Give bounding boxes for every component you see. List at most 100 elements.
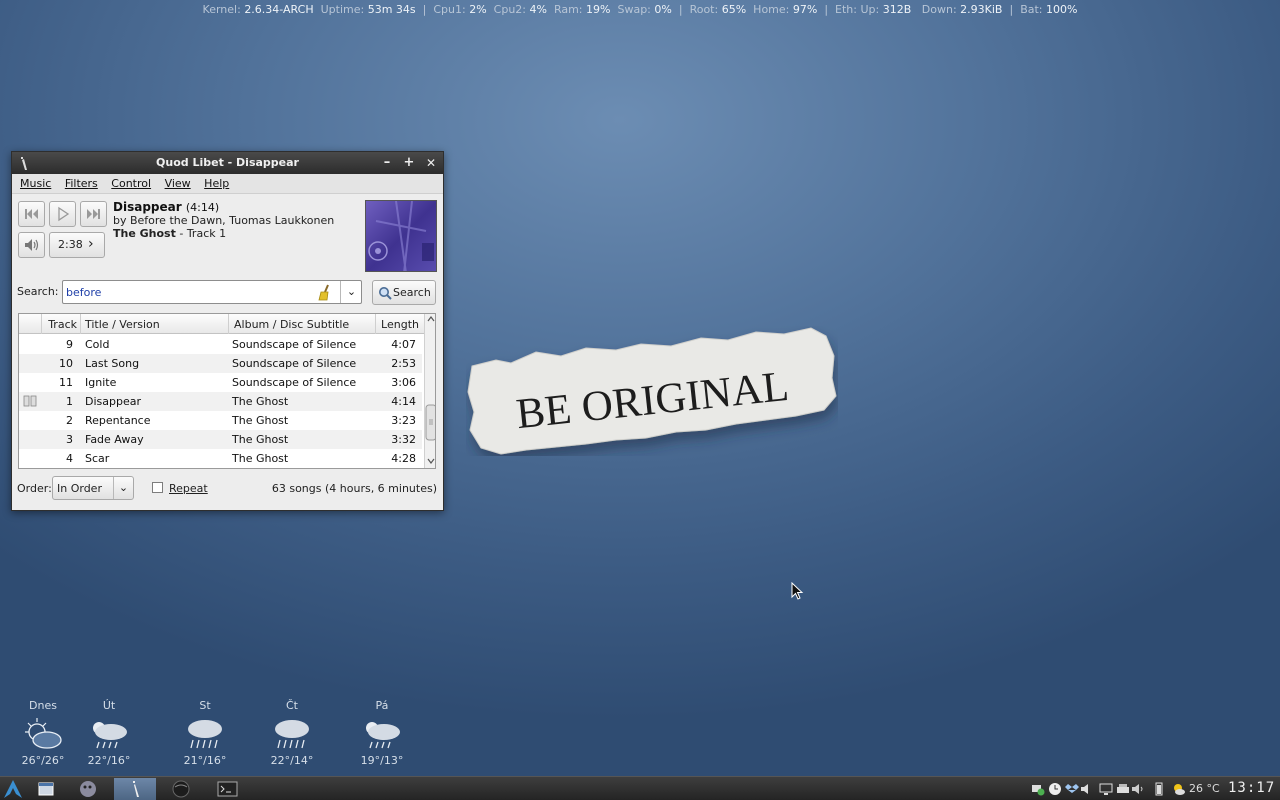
- weather-temperature: 19°/13°: [360, 754, 404, 767]
- column-track[interactable]: Track: [42, 314, 81, 334]
- chevron-right-icon: ›: [88, 236, 94, 252]
- song-list-header: Track Title / Version Album / Disc Subti…: [19, 314, 435, 334]
- repeat-label[interactable]: Repeat: [169, 482, 208, 495]
- weather-temperature: 26°/26°: [21, 754, 65, 767]
- song-album-line: The Ghost - Track 1: [113, 227, 227, 240]
- sun-rain-icon: [366, 722, 400, 749]
- network-icon[interactable]: [1031, 782, 1045, 796]
- maximize-button[interactable]: +: [401, 155, 417, 171]
- track-length: 4:28: [391, 452, 416, 465]
- arch-menu-button[interactable]: [0, 778, 26, 800]
- scroll-arrows: [425, 316, 435, 464]
- sun-rain-icon: [93, 722, 127, 749]
- column-length[interactable]: Length: [376, 314, 424, 334]
- weather-tray-icon[interactable]: [1172, 782, 1186, 796]
- battery-icon[interactable]: [1152, 782, 1166, 796]
- menu-control[interactable]: Control: [106, 174, 156, 190]
- taskbar-app-pidgin[interactable]: [68, 778, 108, 800]
- song-length: (4:14): [185, 201, 220, 214]
- table-row[interactable]: 1 Disappear The Ghost 4:14: [19, 392, 422, 411]
- track-length: 3:32: [391, 433, 416, 446]
- minimize-button[interactable]: –: [379, 155, 395, 171]
- globe-icon: [172, 780, 190, 798]
- track-length: 2:53: [391, 357, 416, 370]
- terminal-icon: [217, 781, 238, 797]
- weather-day-label: St: [199, 699, 211, 712]
- track-length: 3:06: [391, 376, 416, 389]
- wallpaper-paper-scrap: BE ORIGINAL: [467, 327, 837, 455]
- table-row[interactable]: 10 Last Song Soundscape of Silence 2:53: [19, 354, 422, 373]
- play-icon: [58, 206, 70, 222]
- order-select[interactable]: In Order ⌄: [52, 476, 134, 500]
- order-label: Order:: [17, 482, 52, 495]
- system-status-bar: Kernel: 2.6.34-ARCH Uptime: 53m 34s | Cp…: [202, 3, 1078, 16]
- rain-icon: [188, 720, 222, 749]
- dropbox-icon[interactable]: [1065, 782, 1079, 796]
- track-length: 4:14: [391, 395, 416, 408]
- menu-help[interactable]: Help: [199, 174, 234, 190]
- speaker-icon: [25, 239, 39, 251]
- tray-temperature: 26 °C: [1189, 782, 1220, 795]
- display-icon[interactable]: [1099, 782, 1113, 796]
- quodlibet-taskbar-icon: [133, 781, 139, 797]
- quodlibet-window: Quod Libet - Disappear – + ✕ Music Filte…: [11, 151, 444, 511]
- weather-day-label: Čt: [286, 699, 298, 712]
- weather-temperature: 22°/14°: [270, 754, 314, 767]
- next-icon: [87, 209, 100, 219]
- weather-day-label: Pá: [375, 699, 389, 712]
- search-history-dropdown[interactable]: ⌄: [340, 281, 362, 303]
- taskbar-window-list[interactable]: [32, 778, 60, 800]
- close-button[interactable]: ✕: [423, 155, 439, 171]
- taskbar: 26 °C 13:17: [0, 776, 1280, 800]
- search-button[interactable]: Search: [372, 280, 436, 305]
- clear-broom-icon[interactable]: [315, 284, 333, 302]
- sun-cloud-icon: [25, 718, 62, 749]
- table-row[interactable]: 11 Ignite Soundscape of Silence 3:06: [19, 373, 422, 392]
- repeat-checkbox[interactable]: [152, 482, 163, 493]
- column-title[interactable]: Title / Version: [81, 314, 229, 334]
- table-row[interactable]: 4 Scar The Ghost 4:28: [19, 449, 422, 468]
- taskbar-app-terminal[interactable]: [208, 778, 248, 800]
- taskbar-app-quodlibet[interactable]: [114, 778, 156, 800]
- arch-logo-icon: [4, 780, 22, 798]
- window-titlebar[interactable]: Quod Libet - Disappear – + ✕: [12, 152, 443, 174]
- rain-icon: [275, 720, 309, 749]
- weather-day-label: Dnes: [29, 699, 57, 712]
- table-row[interactable]: 2 Repentance The Ghost 3:23: [19, 411, 422, 430]
- weather-day-label: Út: [102, 699, 116, 712]
- clock[interactable]: 13:17: [1228, 780, 1275, 796]
- song-title: Disappear (4:14): [113, 200, 220, 214]
- previous-icon: [25, 209, 38, 219]
- playback-time: 2:38: [58, 238, 83, 251]
- song-artist: by Before the Dawn, Tuomas Laukkonen: [113, 214, 335, 227]
- search-field: ⌄: [62, 280, 362, 304]
- volume-tray-icon[interactable]: [1080, 782, 1094, 796]
- volume-button[interactable]: [18, 232, 45, 258]
- pidgin-icon: [80, 781, 96, 797]
- previous-button[interactable]: [18, 201, 45, 227]
- volume-tray-icon-2[interactable]: [1131, 782, 1145, 796]
- track-length: 3:23: [391, 414, 416, 427]
- column-status[interactable]: [19, 314, 42, 334]
- play-button[interactable]: [49, 201, 76, 227]
- next-button[interactable]: [80, 201, 107, 227]
- search-input[interactable]: [66, 284, 311, 300]
- seek-button[interactable]: 2:38 ›: [49, 232, 105, 258]
- song-list-scrollbar[interactable]: [424, 314, 435, 468]
- track-length: 4:07: [391, 338, 416, 351]
- menu-music[interactable]: Music: [15, 174, 56, 190]
- table-row[interactable]: 9 Cold Soundscape of Silence 4:07: [19, 335, 422, 354]
- clock-app-icon[interactable]: [1048, 782, 1062, 796]
- album-cover[interactable]: [365, 200, 437, 272]
- printer-icon[interactable]: [1116, 782, 1130, 796]
- table-row[interactable]: 3 Fade Away The Ghost 3:32: [19, 430, 422, 449]
- library-status: 63 songs (4 hours, 6 minutes): [271, 482, 437, 495]
- mouse-cursor-icon: [791, 582, 804, 600]
- chevron-down-icon: ⌄: [113, 477, 133, 499]
- menu-view[interactable]: View: [160, 174, 196, 190]
- menu-filters[interactable]: Filters: [60, 174, 103, 190]
- menubar: Music Filters Control View Help: [12, 174, 443, 194]
- column-album[interactable]: Album / Disc Subtitle: [229, 314, 376, 334]
- taskbar-app-browser[interactable]: [162, 778, 202, 800]
- window-list-icon: [38, 782, 54, 796]
